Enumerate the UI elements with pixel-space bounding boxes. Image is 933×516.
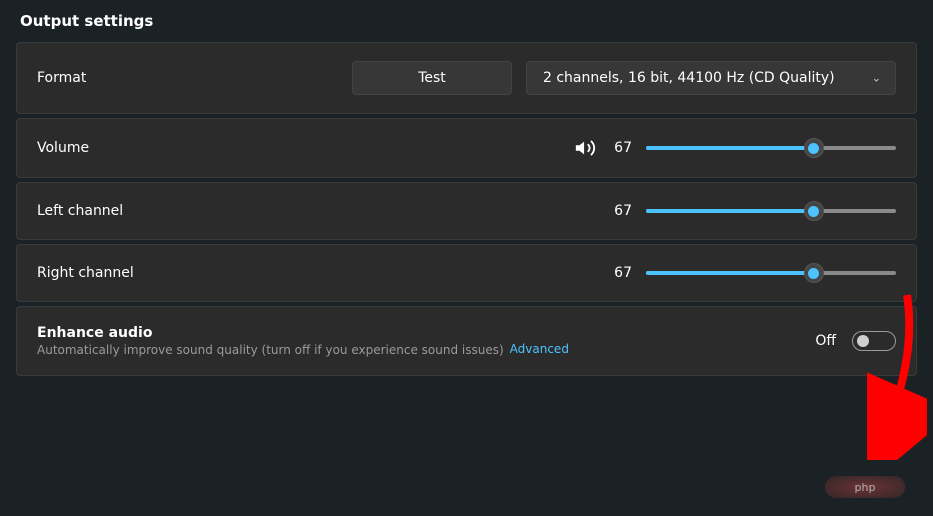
volume-label: Volume [37, 140, 89, 156]
format-dropdown[interactable]: 2 channels, 16 bit, 44100 Hz (CD Quality… [526, 61, 896, 95]
volume-row: Volume 67 [16, 118, 917, 178]
volume-value: 67 [610, 140, 632, 156]
format-dropdown-value: 2 channels, 16 bit, 44100 Hz (CD Quality… [543, 70, 835, 86]
left-channel-slider[interactable] [646, 201, 896, 221]
right-channel-slider[interactable] [646, 263, 896, 283]
left-channel-label: Left channel [37, 203, 123, 219]
watermark: php [825, 476, 905, 498]
test-button[interactable]: Test [352, 61, 512, 95]
section-title: Output settings [16, 12, 917, 30]
enhance-toggle-state: Off [815, 333, 836, 349]
advanced-link[interactable]: Advanced [510, 342, 569, 356]
enhance-audio-subtitle: Automatically improve sound quality (tur… [37, 343, 504, 357]
enhance-toggle[interactable] [852, 331, 896, 351]
left-channel-value: 67 [610, 203, 632, 219]
speaker-icon [574, 137, 596, 159]
volume-slider[interactable] [646, 138, 896, 158]
enhance-audio-row: Enhance audio Automatically improve soun… [16, 306, 917, 376]
chevron-down-icon: ⌄ [872, 72, 881, 85]
enhance-audio-title: Enhance audio [37, 325, 569, 341]
format-label: Format [37, 70, 86, 86]
left-channel-row: Left channel 67 [16, 182, 917, 240]
right-channel-row: Right channel 67 [16, 244, 917, 302]
right-channel-value: 67 [610, 265, 632, 281]
format-row: Format Test 2 channels, 16 bit, 44100 Hz… [16, 42, 917, 114]
right-channel-label: Right channel [37, 265, 134, 281]
